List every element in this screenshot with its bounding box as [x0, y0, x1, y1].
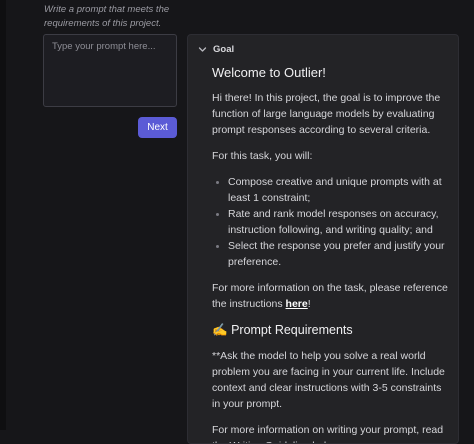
goal-content: Welcome to Outlier! Hi there! In this pr… [212, 65, 452, 443]
task-intro: For this task, you will: [212, 150, 313, 162]
writing-hand-icon: ✍️ [212, 323, 228, 337]
writing-guideline-paragraph: For more information on writing your pro… [212, 424, 444, 443]
list-item: Compose creative and unique prompts with… [212, 174, 452, 206]
prompt-requirements-heading: ✍️ Prompt Requirements [212, 322, 452, 338]
more-info-paragraph: For more information on the task, please… [212, 280, 452, 312]
goal-title: Goal [213, 43, 235, 55]
goal-header-toggle[interactable]: Goal [198, 43, 234, 55]
prompt-requirements-title: Prompt Requirements [231, 323, 353, 337]
more-info-suffix: ! [307, 298, 311, 310]
goal-panel: Goal Welcome to Outlier! Hi there! In th… [187, 34, 459, 444]
prompt-instruction: Write a prompt that meets the requiremen… [44, 4, 170, 29]
intro-paragraph: Hi there! In this project, the goal is t… [212, 92, 441, 136]
prompt-column: Write a prompt that meets the requiremen… [0, 0, 180, 430]
task-list: Compose creative and unique prompts with… [212, 174, 452, 270]
list-item: Rate and rank model responses on accurac… [212, 206, 452, 238]
welcome-heading: Welcome to Outlier! [212, 65, 326, 80]
list-item: Select the response you prefer and justi… [212, 238, 452, 270]
instructions-link[interactable]: here [286, 298, 308, 310]
next-button[interactable]: Next [138, 117, 177, 138]
more-info-text: For more information on the task, please… [212, 282, 448, 310]
chevron-down-icon [198, 45, 207, 54]
requirements-paragraph: **Ask the model to help you solve a real… [212, 350, 445, 410]
left-edge-divider [0, 0, 6, 430]
prompt-input[interactable]: Type your prompt here... [43, 34, 177, 107]
